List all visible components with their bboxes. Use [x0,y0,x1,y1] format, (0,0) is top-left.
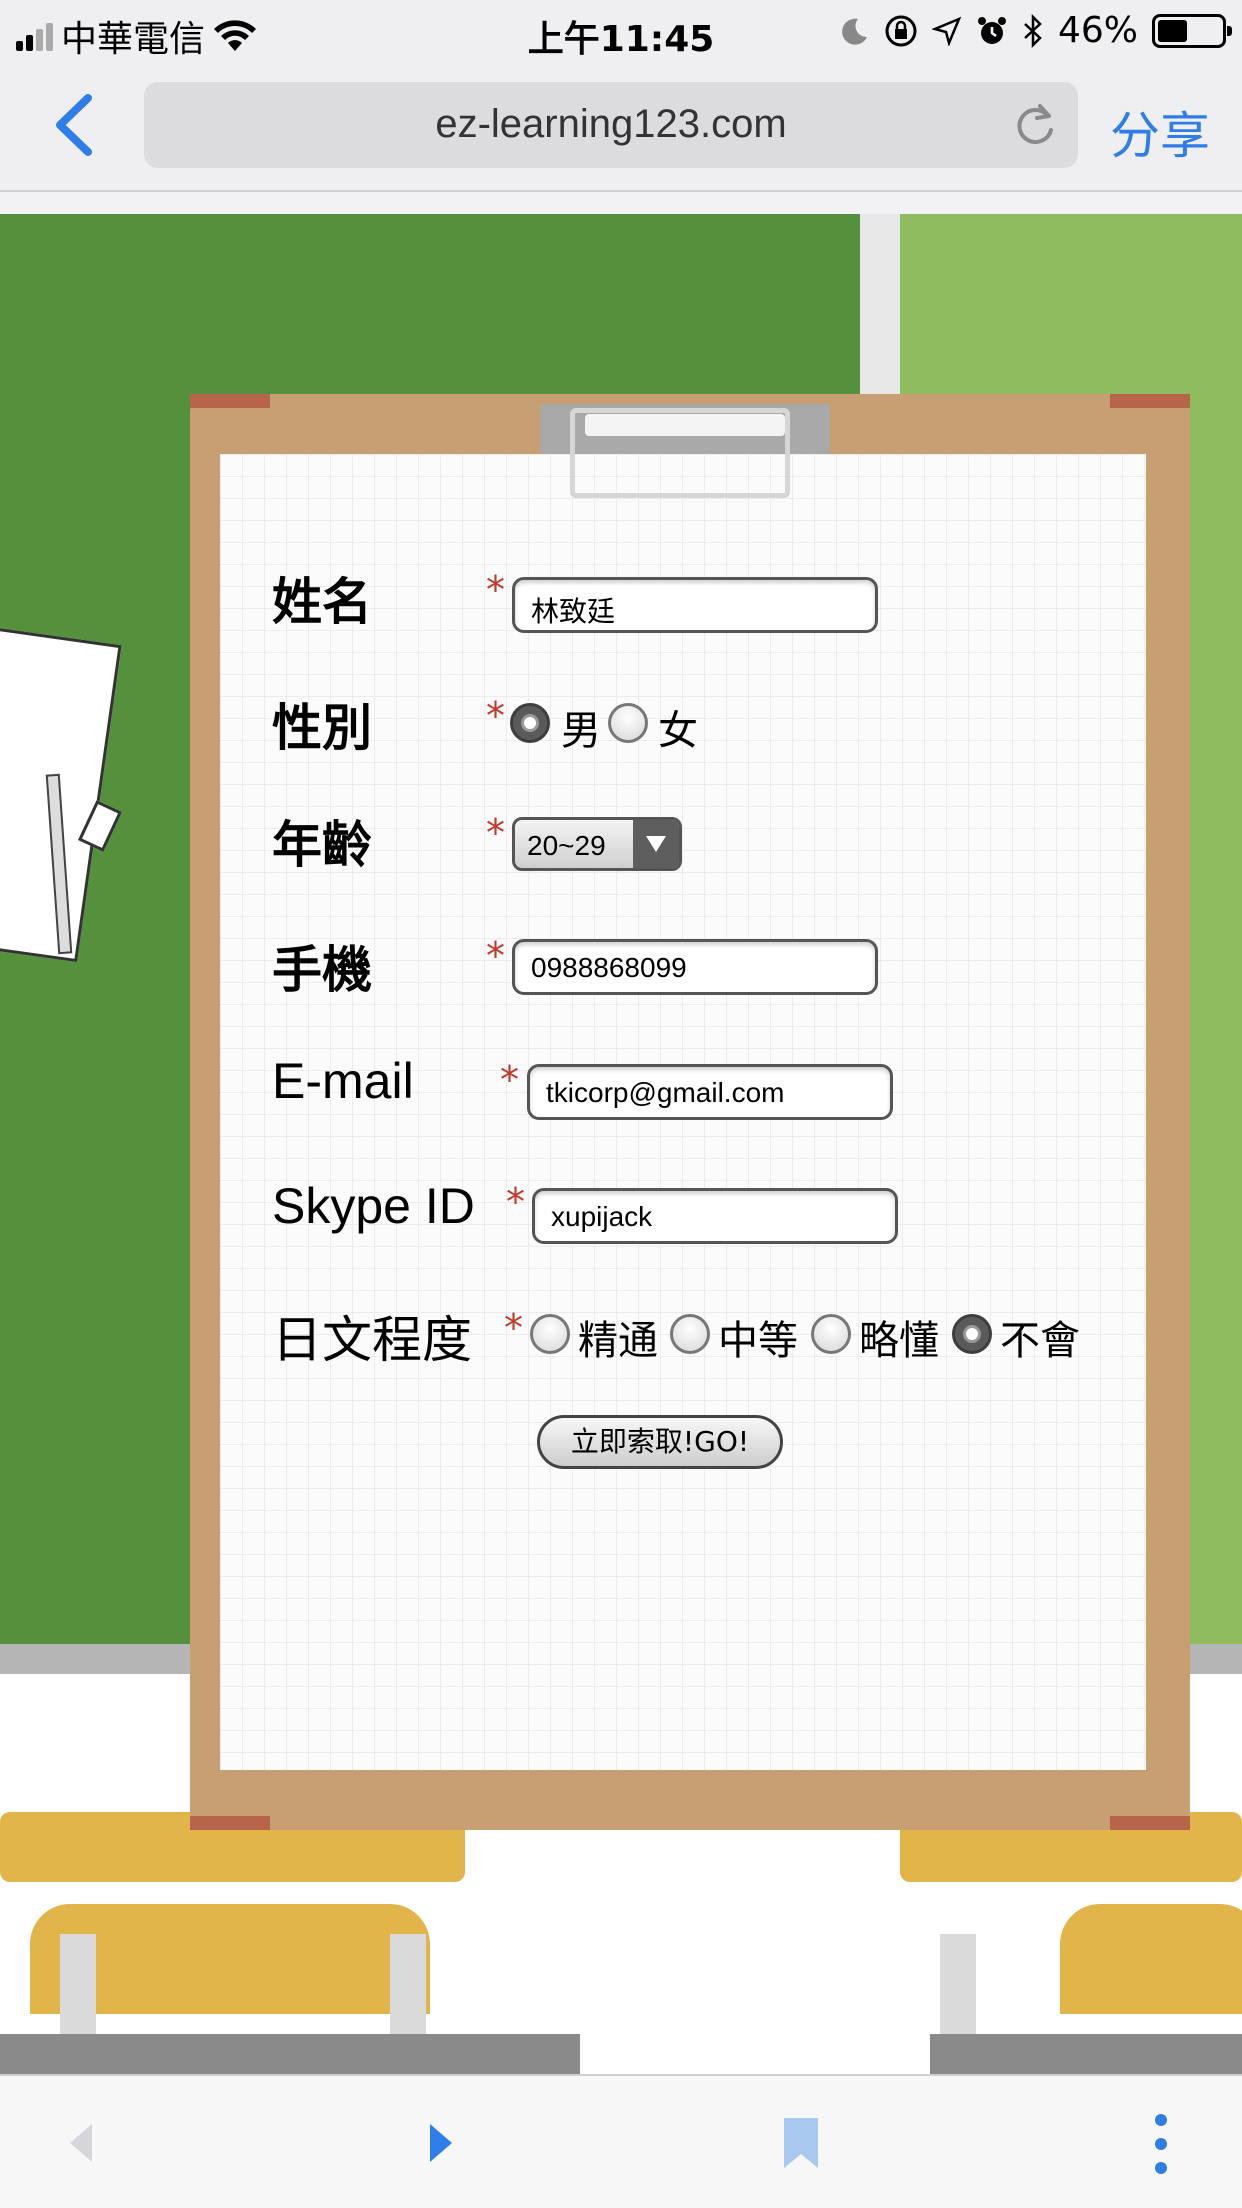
clipboard-corner [1110,1816,1190,1830]
window-frame [860,214,900,394]
desk-shadow [0,2034,580,2074]
clipboard-corner [190,1816,270,1830]
battery-percent: 46% [1057,10,1138,51]
browser-nav-bar: ez-learning123.com 分享 [0,64,1242,192]
name-input[interactable]: 林致廷 [512,577,878,633]
japanese-basic-radio[interactable] [811,1314,851,1354]
alarm-icon [977,16,1006,44]
status-bar: 中華電信 上午11:45 46% [0,0,1242,64]
phone-input[interactable]: 0988868099 [512,939,878,995]
gender-female-radio[interactable] [608,703,648,743]
gender-label: 性別 [272,699,372,757]
gender-male-radio[interactable] [510,703,550,743]
required-mark: * [504,1306,523,1350]
email-label: E-mail [272,1053,414,1109]
clipboard-corner [1110,394,1190,408]
battery-fill [1158,19,1187,42]
japanese-basic-label: 略懂 [859,1318,939,1364]
age-select-value: 20~29 [527,830,606,861]
required-mark: * [486,934,505,978]
battery-icon [1152,13,1232,48]
share-button[interactable]: 分享 [1110,96,1210,168]
forward-icon[interactable] [426,2120,456,2166]
japanese-none-radio[interactable] [952,1314,992,1354]
gender-female-label: 女 [658,708,698,754]
reload-icon[interactable] [1010,100,1060,150]
url-text: ez-learning123.com [435,102,787,146]
bookmark-icon[interactable] [782,2116,820,2170]
skype-label: Skype ID [272,1178,475,1234]
japanese-intermediate-radio[interactable] [670,1314,710,1354]
address-bar[interactable]: ez-learning123.com [144,82,1078,168]
bluetooth-icon [1024,13,1042,48]
required-mark: * [486,694,505,738]
skype-input[interactable]: xupijack [532,1188,898,1244]
japanese-none-label: 不會 [1000,1318,1080,1364]
chair-right [1060,1904,1242,2014]
required-mark: * [486,811,505,855]
back-icon[interactable] [66,2120,96,2166]
desk-shadow [930,2034,1242,2074]
required-mark: * [500,1058,519,1102]
rotation-lock-icon [885,15,917,46]
age-select[interactable]: 20~29 [512,817,682,871]
name-label: 姓名 [272,573,372,631]
japanese-fluent-radio[interactable] [530,1314,570,1354]
required-mark: * [486,568,505,612]
submit-button[interactable]: 立即索取!GO! [537,1415,783,1469]
clip-bar [585,414,785,436]
phone-label: 手機 [272,941,372,999]
status-right: 46% [840,10,1232,51]
web-page [0,214,1242,2074]
dropdown-arrow-icon [633,820,679,868]
required-mark: * [506,1180,525,1224]
browser-toolbar [0,2074,1242,2208]
email-input[interactable]: tkicorp@gmail.com [527,1064,893,1120]
japanese-level-label: 日文程度 [272,1312,472,1368]
gender-male-label: 男 [561,708,601,754]
more-icon[interactable] [1150,2112,1172,2176]
japanese-intermediate-label: 中等 [718,1318,798,1364]
japanese-fluent-label: 精通 [578,1318,658,1364]
location-icon [931,16,962,46]
moon-icon [842,18,867,45]
age-label: 年齡 [272,816,372,874]
back-chevron-icon[interactable] [44,90,104,160]
clipboard-corner [190,394,270,408]
